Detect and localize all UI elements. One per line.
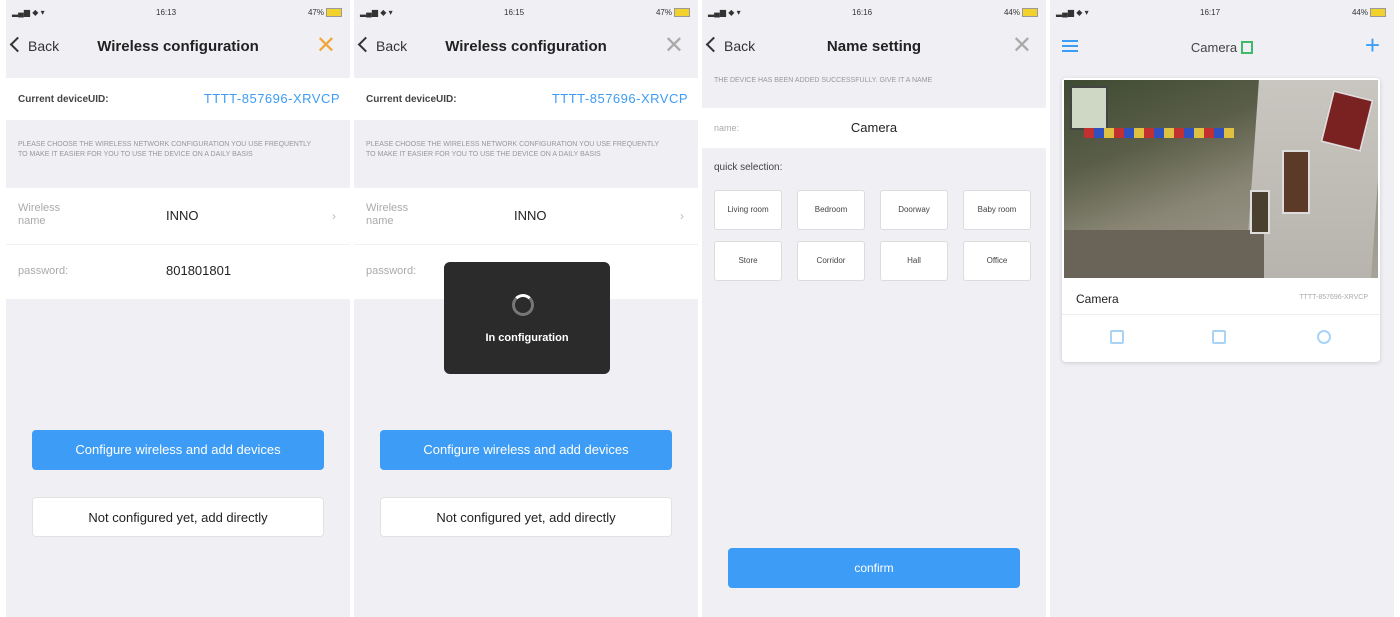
confirm-button[interactable]: confirm	[728, 548, 1020, 588]
carrier-signal: ▂▄▆ ◆ ▾	[12, 8, 45, 17]
divider	[1062, 314, 1380, 315]
wireless-name-label: Wireless name	[18, 202, 61, 227]
uid-label: Current deviceUID:	[366, 94, 457, 105]
chip-hall[interactable]: Hall	[880, 241, 948, 281]
camera-name: Camera	[1076, 292, 1119, 306]
chip-corridor[interactable]: Corridor	[797, 241, 865, 281]
settings-gear-icon[interactable]	[1317, 330, 1331, 344]
chip-doorway[interactable]: Doorway	[880, 190, 948, 230]
loading-text: In configuration	[485, 332, 569, 344]
password-label: password:	[366, 265, 417, 277]
configure-wireless-button[interactable]: Configure wireless and add devices	[380, 430, 672, 470]
wireless-name-row[interactable]: Wireless name INNO ›	[6, 188, 350, 244]
uid-row: Current deviceUID: TTTT-857696-XRVCP	[354, 78, 698, 120]
uid-label: Current deviceUID:	[18, 94, 109, 105]
password-label: password:	[18, 265, 69, 277]
battery-icon	[1370, 8, 1386, 18]
page-title: Wireless configuration	[445, 38, 607, 55]
uid-row: Current deviceUID: TTTT-857696-XRVCP	[6, 78, 350, 120]
carrier-signal: ▂▄▆ ◆ ▾	[708, 8, 741, 17]
nav-bar: Back Wireless configuration ✕	[354, 26, 698, 70]
nav-bar: Back Name setting ✕	[702, 26, 1046, 70]
chip-living-room[interactable]: Living room	[714, 190, 782, 230]
status-time: 16:16	[852, 8, 873, 17]
nav-bar: Back Wireless configuration ✕	[6, 26, 350, 70]
camera-uid: TTTT-857696-XRVCP	[1299, 294, 1368, 301]
name-row: name: Camera	[702, 108, 1046, 148]
status-time: 16:13	[156, 8, 177, 17]
battery-indicator: 44%	[1004, 8, 1038, 18]
uid-value: TTTT-857696-XRVCP	[551, 91, 688, 106]
quick-selection-title: quick selection:	[714, 162, 783, 173]
preview-poster	[1250, 190, 1270, 234]
loading-overlay: In configuration	[444, 262, 610, 374]
hint-text: PLEASE CHOOSE THE WIRELESS NETWORK CONFI…	[366, 141, 660, 158]
preview-flags	[1084, 128, 1234, 138]
wireless-name-value: INNO	[514, 208, 547, 223]
wireless-config-loading-screen: ▂▄▆ ◆ ▾ 16:15 47% Back Wireless configur…	[354, 0, 698, 617]
page-title: Name setting	[826, 38, 922, 55]
wireless-config-screen: ▂▄▆ ◆ ▾ 16:13 47% Back Wireless configur…	[6, 0, 350, 617]
password-row: password: 801801801	[6, 245, 350, 299]
wireless-name-row[interactable]: Wireless name INNO ›	[354, 188, 698, 244]
close-icon[interactable]: ✕	[1012, 34, 1032, 58]
preview-poster	[1282, 150, 1310, 214]
list-view-icon[interactable]	[1241, 41, 1254, 54]
status-bar: ▂▄▆ ◆ ▾ 16:16 44%	[702, 0, 1046, 24]
spinner-icon	[512, 294, 534, 316]
chip-store[interactable]: Store	[714, 241, 782, 281]
status-bar: ▂▄▆ ◆ ▾ 16:15 47%	[354, 0, 698, 24]
preview-window	[1070, 86, 1108, 130]
status-time: 16:17	[1200, 8, 1221, 17]
preview-floor	[1064, 230, 1264, 278]
camera-preview[interactable]	[1064, 80, 1378, 278]
page-title: Wireless configuration	[97, 38, 259, 55]
battery-icon	[1022, 8, 1038, 18]
carrier-signal: ▂▄▆ ◆ ▾	[1056, 8, 1089, 17]
playback-icon[interactable]	[1110, 330, 1124, 344]
battery-indicator: 47%	[656, 8, 690, 18]
carrier-signal: ▂▄▆ ◆ ▾	[360, 8, 393, 17]
name-setting-screen: ▂▄▆ ◆ ▾ 16:16 44% Back Name setting ✕ TH…	[702, 0, 1046, 617]
status-time: 16:15	[504, 8, 525, 17]
chevron-right-icon: ›	[332, 209, 336, 223]
camera-card[interactable]: Camera TTTT-857696-XRVCP	[1062, 78, 1380, 362]
add-directly-button[interactable]: Not configured yet, add directly	[32, 497, 324, 537]
add-directly-button[interactable]: Not configured yet, add directly	[380, 497, 672, 537]
password-field[interactable]: 801801801	[166, 263, 231, 278]
status-bar: ▂▄▆ ◆ ▾ 16:17 44%	[1050, 0, 1394, 24]
camera-list-screen: ▂▄▆ ◆ ▾ 16:17 44% Camera + Camera TTTT-8…	[1050, 0, 1394, 617]
page-title: Camera	[1050, 40, 1394, 55]
close-icon[interactable]: ✕	[664, 34, 684, 58]
status-bar: ▂▄▆ ◆ ▾ 16:13 47%	[6, 0, 350, 24]
battery-indicator: 44%	[1352, 8, 1386, 18]
add-device-button[interactable]: +	[1365, 32, 1380, 58]
hint-text: PLEASE CHOOSE THE WIRELESS NETWORK CONFI…	[18, 141, 312, 158]
calendar-icon[interactable]	[1212, 330, 1226, 344]
success-notice: THE DEVICE HAS BEEN ADDED SUCCESSFULLY. …	[714, 77, 933, 84]
chip-baby-room[interactable]: Baby room	[963, 190, 1031, 230]
chip-bedroom[interactable]: Bedroom	[797, 190, 865, 230]
battery-icon	[674, 8, 690, 18]
chevron-right-icon: ›	[680, 209, 684, 223]
configure-wireless-button[interactable]: Configure wireless and add devices	[32, 430, 324, 470]
close-icon[interactable]: ✕	[316, 34, 336, 58]
battery-indicator: 47%	[308, 8, 342, 18]
uid-value: TTTT-857696-XRVCP	[203, 91, 340, 106]
wireless-name-value: INNO	[166, 208, 199, 223]
chip-office[interactable]: Office	[963, 241, 1031, 281]
battery-icon	[326, 8, 342, 18]
wireless-name-label: Wireless name	[366, 202, 409, 227]
name-input[interactable]: Camera	[702, 120, 1046, 135]
